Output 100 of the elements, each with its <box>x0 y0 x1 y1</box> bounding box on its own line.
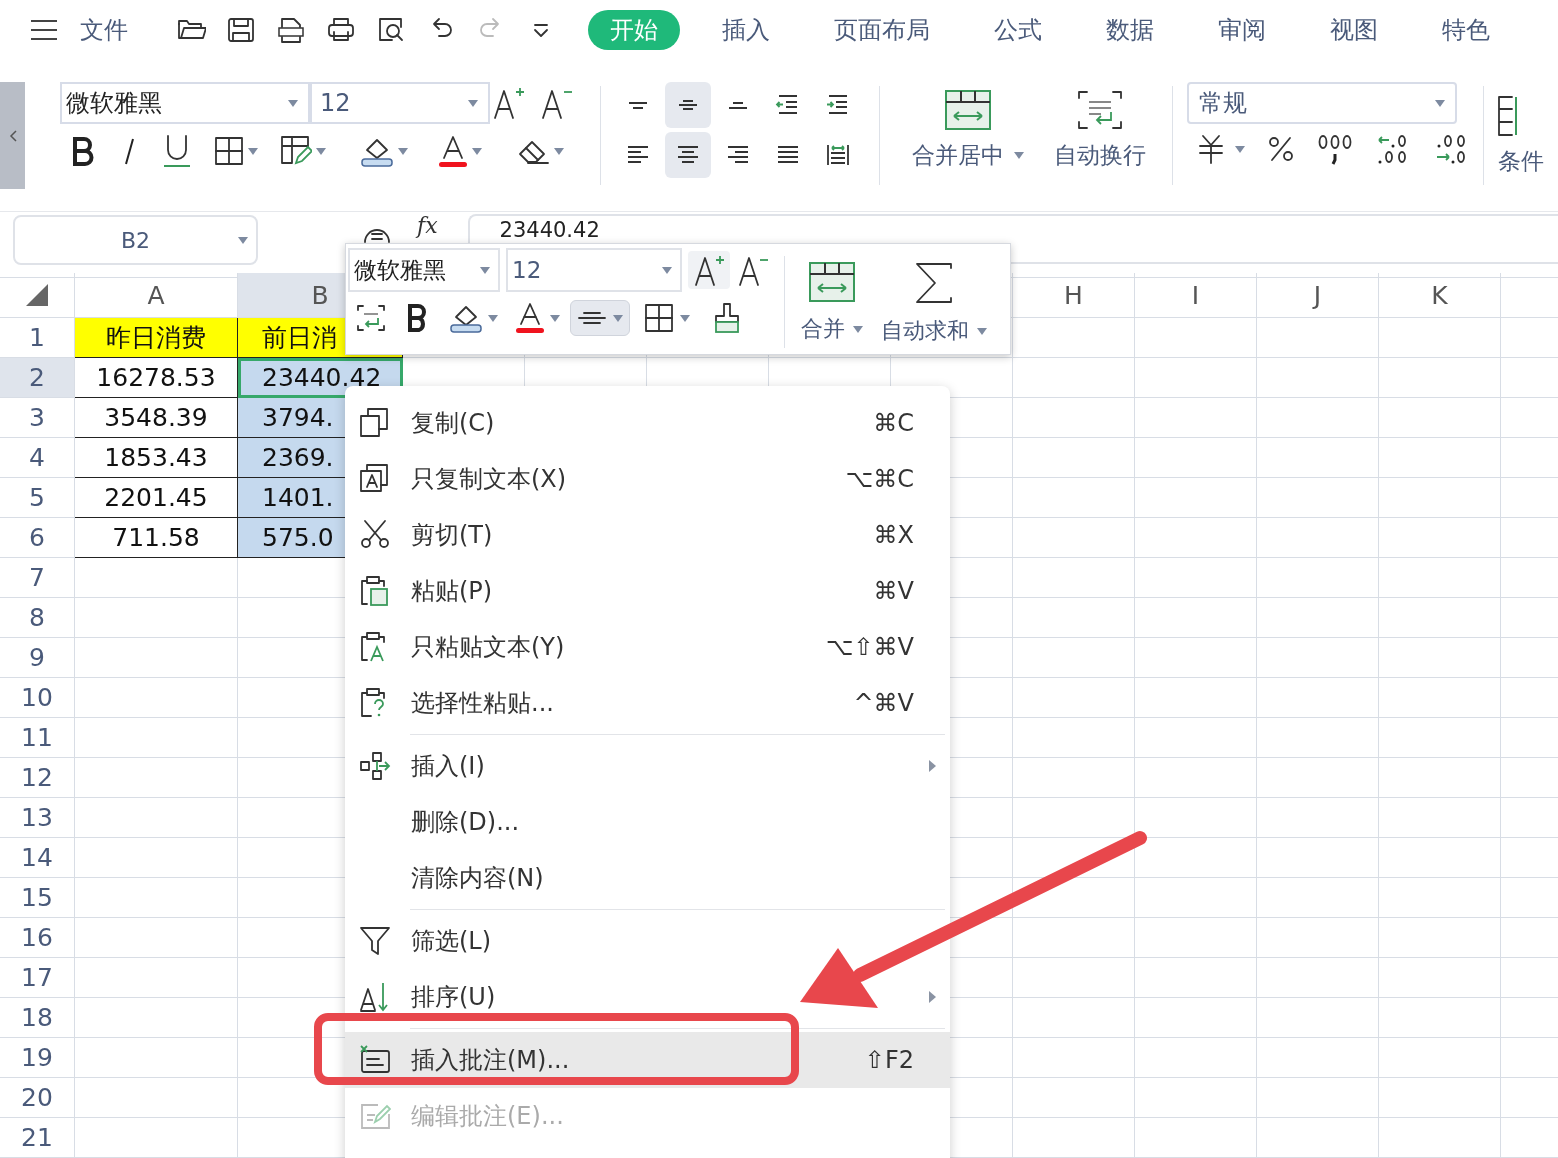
caret-icon[interactable] <box>977 327 987 335</box>
ribbon-tab[interactable]: 页面布局 <box>812 10 952 50</box>
caret-icon[interactable] <box>288 99 298 107</box>
ribbon-tab[interactable]: 视图 <box>1308 10 1400 50</box>
save-icon[interactable] <box>226 15 256 45</box>
row-header[interactable]: 21 <box>0 1118 75 1158</box>
menu-item-label: 清除内容(N) <box>411 863 545 894</box>
row-header[interactable]: 17 <box>0 958 75 998</box>
row-header[interactable]: 16 <box>0 918 75 958</box>
caret-icon[interactable] <box>472 147 482 155</box>
caret-icon[interactable] <box>1014 152 1024 159</box>
caret-icon[interactable] <box>550 314 560 322</box>
font-size-dropdown[interactable]: 12 <box>310 82 490 124</box>
align-button[interactable] <box>665 132 711 178</box>
caret-icon[interactable] <box>248 147 258 155</box>
caret-icon[interactable] <box>488 314 498 322</box>
font-size-dropdown[interactable]: 12 <box>506 248 682 292</box>
bold-icon[interactable] <box>70 136 96 166</box>
menu-icon[interactable] <box>30 19 58 41</box>
conditional-format-button[interactable]: 条件 <box>1498 146 1544 177</box>
caret-icon[interactable] <box>316 147 326 155</box>
row-header[interactable]: 4 <box>0 438 75 478</box>
row-header[interactable]: 2 <box>0 358 75 398</box>
align-bottom-icon <box>728 101 748 109</box>
shortcut-text: ⌥⌘C <box>845 465 914 493</box>
format-painter-icon[interactable] <box>714 302 740 334</box>
increase-font-icon[interactable] <box>692 253 726 287</box>
currency-icon[interactable] <box>1197 133 1225 165</box>
fill-color-icon[interactable] <box>450 303 482 333</box>
merge-cells-icon[interactable] <box>809 262 855 302</box>
percent-icon[interactable] <box>1267 134 1295 164</box>
column-header[interactable]: H <box>1013 273 1135 318</box>
ribbon-tab[interactable]: 插入 <box>700 10 792 50</box>
wrap-text-icon[interactable] <box>1077 90 1123 130</box>
caret-icon[interactable] <box>680 314 690 322</box>
merge-button[interactable]: 合并 <box>801 314 863 344</box>
caret-icon[interactable] <box>554 147 564 155</box>
context-menu-item[interactable]: 清除内容(N) <box>345 850 950 906</box>
cell-format-icon[interactable] <box>280 135 312 167</box>
align-button[interactable] <box>665 82 711 128</box>
column-header[interactable]: J <box>1257 273 1379 318</box>
caret-icon[interactable] <box>468 99 478 107</box>
font-name-dropdown[interactable]: 微软雅黑 <box>60 82 310 124</box>
menu-item-label: 选择性粘贴... <box>411 688 555 719</box>
row-header[interactable]: 14 <box>0 838 75 878</box>
select-all-icon[interactable] <box>26 284 48 306</box>
insert-function-button[interactable]: fx <box>417 214 438 239</box>
context-menu-item[interactable]: 粘贴(P) ⌘V <box>345 563 950 619</box>
wrap-text-button[interactable]: 自动换行 <box>1054 140 1146 171</box>
row-header[interactable]: 12 <box>0 758 75 798</box>
context-menu-item[interactable]: 选择性粘贴... ^⌘V <box>345 675 950 731</box>
merge-cells-icon[interactable] <box>945 90 991 130</box>
row-header[interactable]: 20 <box>0 1078 75 1118</box>
row-header[interactable]: 19 <box>0 1038 75 1078</box>
row-header[interactable]: 8 <box>0 598 75 638</box>
underline-icon[interactable] <box>162 134 192 168</box>
autosum-button[interactable]: 自动求和 <box>881 316 987 346</box>
column-header[interactable]: I <box>1135 273 1257 318</box>
context-menu-item[interactable]: 只粘贴文本(Y) ⌥⇧⌘V <box>345 619 950 675</box>
context-menu-item[interactable]: 插入(I) <box>345 738 950 794</box>
caret-icon[interactable] <box>1235 145 1245 153</box>
context-menu-item[interactable]: 筛选(L) <box>345 913 950 969</box>
border-icon[interactable] <box>644 303 674 333</box>
collapse-icon[interactable] <box>8 129 17 142</box>
thousands-separator-icon[interactable] <box>1317 132 1353 166</box>
number-format-dropdown[interactable]: 常规 <box>1187 82 1457 124</box>
row-header[interactable]: 10 <box>0 678 75 718</box>
caret-icon[interactable] <box>398 147 408 155</box>
align-middle-button[interactable] <box>570 300 630 336</box>
caret-icon[interactable] <box>238 237 248 244</box>
font-color-icon[interactable] <box>438 134 468 168</box>
caret-icon[interactable] <box>1435 99 1445 107</box>
row-header[interactable]: 9 <box>0 638 75 678</box>
row-header[interactable]: 13 <box>0 798 75 838</box>
row-header[interactable]: 5 <box>0 478 75 518</box>
ribbon-tab[interactable]: 特色 <box>1420 10 1512 50</box>
merge-center-button[interactable]: 合并居中 <box>912 140 1024 171</box>
font-name-dropdown[interactable]: 微软雅黑 <box>348 248 500 292</box>
context-menu-item[interactable]: 排序(U) <box>345 969 950 1025</box>
row-header[interactable]: 18 <box>0 998 75 1038</box>
sum-icon[interactable] <box>915 262 953 304</box>
conditional-format-icon[interactable] <box>1498 96 1518 136</box>
ribbon-tab[interactable]: 审阅 <box>1196 10 1288 50</box>
row-header[interactable]: 6 <box>0 518 75 558</box>
wrap-text-icon[interactable] <box>356 304 386 332</box>
shortcut-text: ⇧F2 <box>864 1046 914 1074</box>
caret-icon[interactable] <box>613 314 623 322</box>
border-icon[interactable] <box>214 136 244 166</box>
caret-icon[interactable] <box>853 325 863 333</box>
file-menu[interactable]: 文件 <box>80 14 128 46</box>
column-header[interactable]: K <box>1379 273 1501 318</box>
row-header[interactable]: 3 <box>0 398 75 438</box>
context-menu-item[interactable]: 删除(D)... <box>345 794 950 850</box>
ribbon-tab[interactable]: 公式 <box>972 10 1064 50</box>
row-header[interactable]: 11 <box>0 718 75 758</box>
ribbon-tab[interactable]: 数据 <box>1084 10 1176 50</box>
row-header[interactable]: 7 <box>0 558 75 598</box>
name-box[interactable]: B2 <box>13 215 258 265</box>
row-header[interactable]: 15 <box>0 878 75 918</box>
font-color-icon[interactable] <box>516 302 544 334</box>
